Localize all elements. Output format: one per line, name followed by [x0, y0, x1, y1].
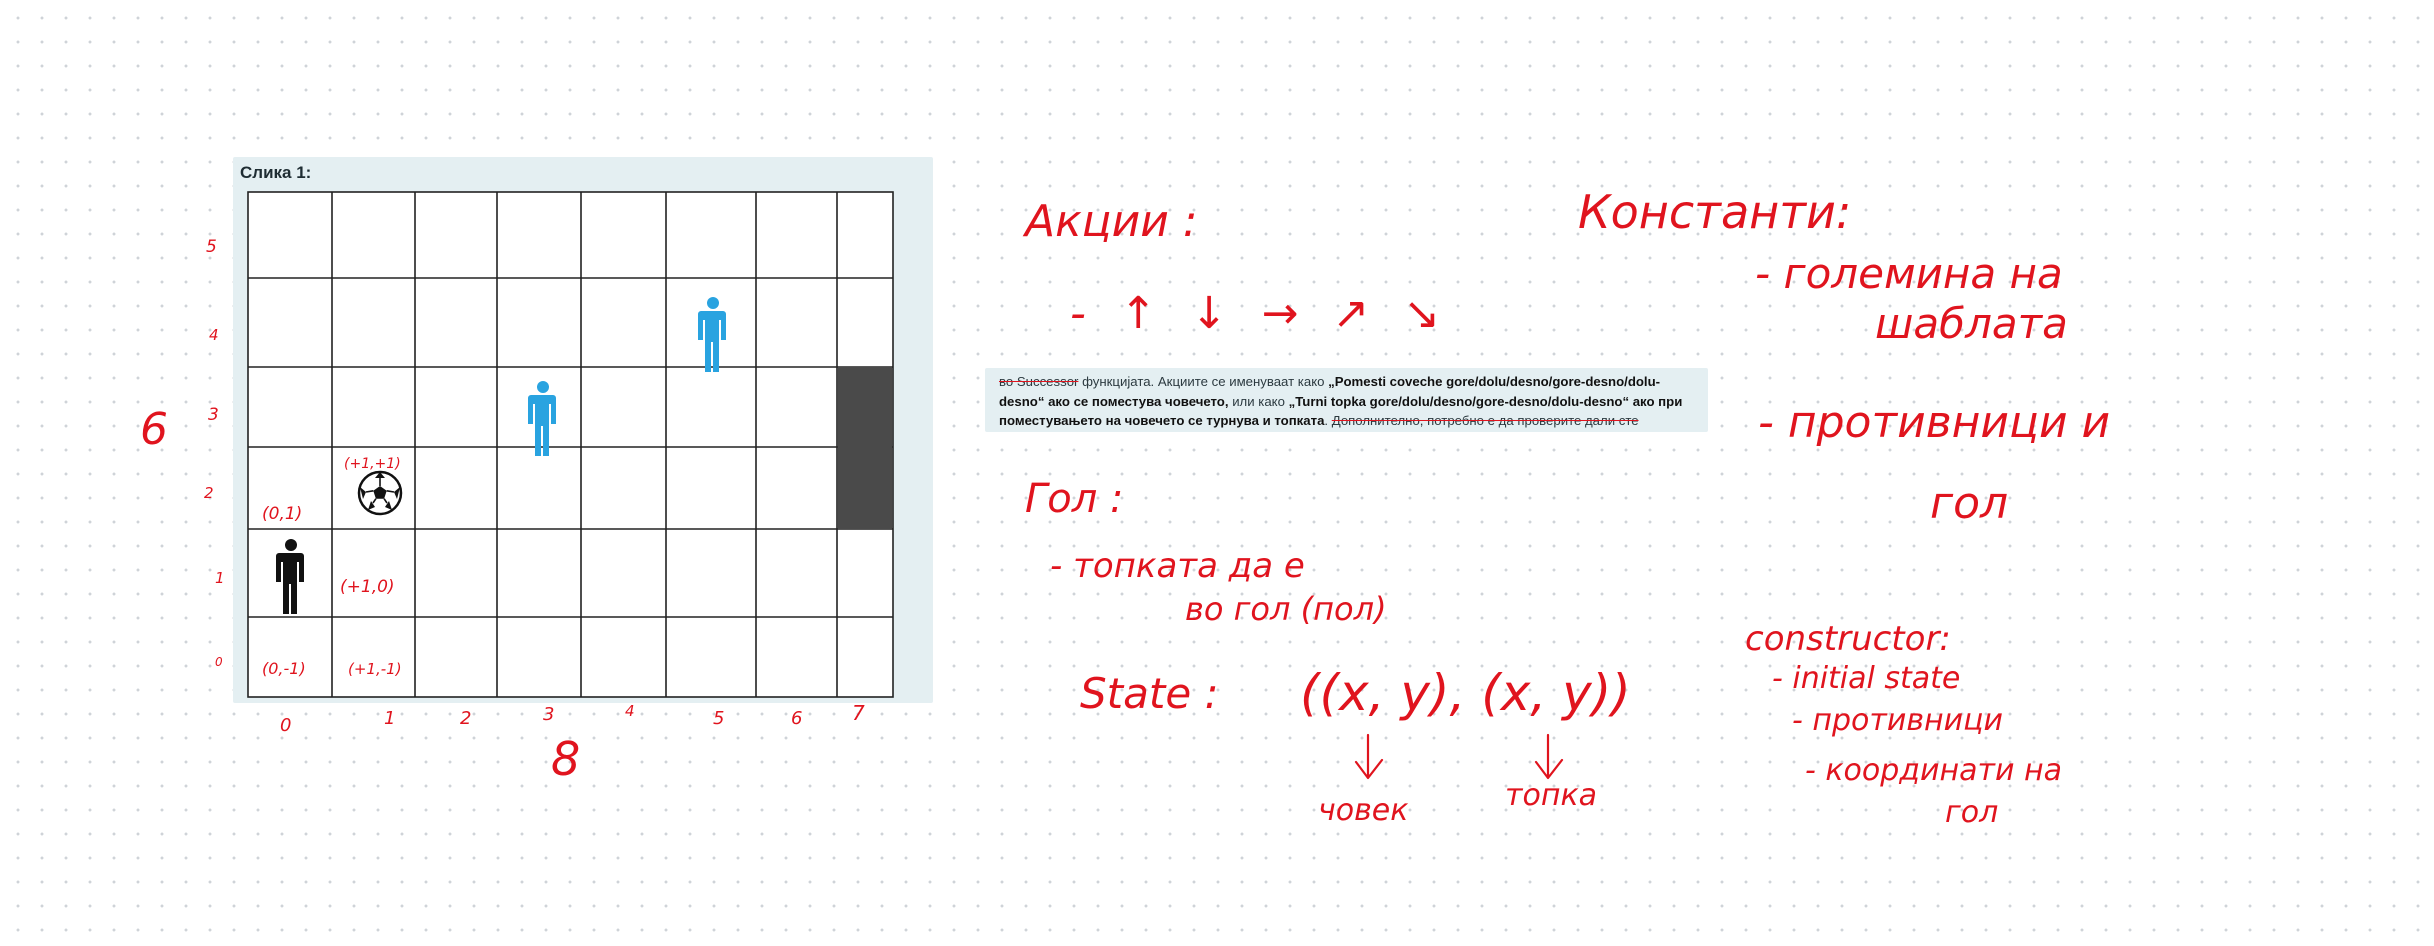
- constants-item2-line2: гол: [1930, 478, 2008, 529]
- row-label-1: 1: [215, 569, 225, 587]
- col-label-5: 5: [713, 708, 724, 729]
- col-label-0: 0: [280, 715, 291, 736]
- snippet-text-mid: или како: [1228, 393, 1289, 409]
- grid-lines: [247, 191, 894, 698]
- constructor-item-3-line1: - координати на: [1805, 753, 2062, 788]
- row-label-5: 5: [206, 237, 217, 257]
- constants-item2-line1: - противници и: [1758, 397, 2110, 448]
- constants-item1-line1: - големина на: [1755, 249, 2063, 298]
- col-label-4: 4: [625, 702, 635, 720]
- snippet-struck-suffix: Дополнително, потребно е да проверите да…: [1331, 413, 1639, 428]
- constants-title: Константи:: [1578, 185, 1851, 239]
- grid-board: [247, 191, 894, 698]
- goal-area: [837, 367, 893, 529]
- whiteboard-canvas[interactable]: Слика 1: во Successor функцијата. Акциит…: [0, 0, 2434, 946]
- constants-item1-line2: шаблата: [1875, 299, 2068, 348]
- state-label: State :: [1080, 669, 1219, 718]
- actions-title: Акции :: [1022, 196, 1198, 247]
- rows-total-label: 6: [140, 404, 168, 455]
- constructor-item-2: - противници: [1792, 703, 2003, 738]
- goal-line-2: во гол (пол): [1185, 590, 1387, 628]
- snippet-text: функцијата. Акциите се именуваат како: [1078, 374, 1329, 389]
- state-person-label: човек: [1318, 793, 1408, 828]
- snippet-struck-prefix: во Successor: [999, 374, 1079, 389]
- row-label-0: 0: [215, 655, 223, 669]
- pasted-text-snippet[interactable]: во Successor функцијата. Акциите се имен…: [985, 368, 1708, 432]
- goal-line-1: - топката да е: [1050, 546, 1305, 586]
- row-label-3: 3: [208, 405, 219, 425]
- constructor-item-1: - initial state: [1772, 661, 1960, 696]
- col-label-3: 3: [543, 704, 554, 725]
- col-label-6: 6: [791, 708, 802, 729]
- state-arrow-ball: [1534, 733, 1564, 780]
- state-tuple: ((x, y), (x, y)): [1300, 664, 1631, 722]
- col-label-1: 1: [384, 708, 395, 729]
- cols-total-label: 8: [551, 732, 580, 786]
- soccer-ball-icon: [357, 470, 403, 516]
- constructor-item-3-line2: гол: [1945, 795, 1998, 830]
- actions-arrows: - ↑ ↓ → ↗ ↘: [1070, 288, 1450, 339]
- constructor-title: constructor:: [1745, 619, 1951, 659]
- state-ball-label: топка: [1505, 778, 1597, 813]
- state-arrow-person: [1354, 733, 1384, 780]
- row-label-2: 2: [204, 484, 214, 502]
- goal-title: Гол :: [1025, 476, 1124, 522]
- col-label-2: 2: [460, 708, 471, 729]
- row-label-4: 4: [209, 326, 219, 344]
- pasted-figure-card[interactable]: Слика 1:: [233, 157, 933, 703]
- col-label-7: 7: [852, 701, 865, 725]
- snippet-text-suffix: .: [1324, 413, 1332, 428]
